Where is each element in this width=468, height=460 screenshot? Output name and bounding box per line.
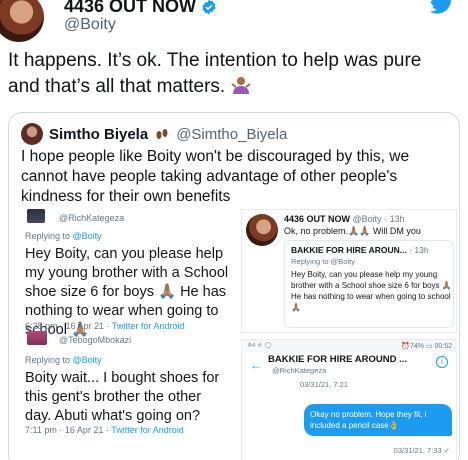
boity-reply-text: Ok, no problem.🙏🏽🙏🏽 Will DM you bbox=[284, 226, 421, 236]
dm-conversation: ᴬ⁴ᴵ ⁴ᴵ 🗨 ⏰74% ▭ 00:52 ← BAKKIE FOR HIRE … bbox=[241, 339, 458, 460]
embedded-screenshot-replies: @RichKategeza Replying to @Boity Hey Boi… bbox=[19, 205, 233, 460]
quoted-author-avatar bbox=[21, 123, 43, 145]
author-display-name[interactable]: 4436 OUT NOW bbox=[64, 0, 217, 17]
phone-status-bar: ᴬ⁴ᴵ ⁴ᴵ 🗨 ⏰74% ▭ 00:52 bbox=[242, 340, 458, 352]
reply1-handle: @RichKategeza bbox=[59, 213, 125, 223]
verified-badge-icon bbox=[202, 0, 216, 14]
reply2-avatar bbox=[27, 331, 47, 345]
dm-message-bubble: Okay no problem. Hope they fit, i includ… bbox=[304, 404, 452, 436]
dm-contact-name: BAKKIE FOR HIRE AROUND ... bbox=[268, 354, 407, 365]
quoted-request-body: Hey Boity, can you please help my young … bbox=[291, 270, 452, 312]
quoted-request-name: BAKKIE FOR HIRE AROUN... bbox=[291, 245, 407, 255]
reply2-handle: @TebogoMbokazi bbox=[59, 335, 132, 345]
reply1-avatar bbox=[27, 209, 45, 223]
boity-reply-card: 4436 OUT NOW @Boity · 13h Ok, no problem… bbox=[241, 209, 457, 333]
back-arrow-icon: ← bbox=[250, 358, 262, 372]
boity-reply-name: 4436 OUT NOW @Boity · 13h bbox=[284, 214, 405, 224]
reply1-replying-prefix: Replying to bbox=[25, 231, 73, 241]
signal-status: ᴬ⁴ᴵ ⁴ᴵ 🗨 bbox=[248, 343, 273, 350]
dm-timestamp-1: 03/31/21, 7:21 bbox=[300, 380, 348, 389]
author-name-text[interactable]: 4436 OUT NOW bbox=[64, 0, 196, 17]
person-shrugging-emoji bbox=[230, 77, 251, 94]
quoted-request-card: BAKKIE FOR HIRE AROUN... · 13h Replying … bbox=[284, 240, 454, 328]
quoted-author-handle: @Simtho_Biyela bbox=[176, 125, 288, 143]
boity-avatar bbox=[246, 214, 278, 246]
reply1-client: Twitter for Android bbox=[111, 321, 185, 331]
tweet-text: It happens. It’s ok. The intention to he… bbox=[8, 48, 458, 100]
quoted-tweet[interactable]: Simtho Biyela @Simtho_Biyela I hope peop… bbox=[8, 112, 460, 460]
reply2-replying-to: Replying to @Boity bbox=[25, 355, 102, 365]
reply1-time: 6:28 pm · 16 Apr 21 · bbox=[25, 321, 112, 331]
boity-reply-meta: @Boity · 13h bbox=[350, 214, 405, 224]
author-avatar[interactable] bbox=[0, 0, 44, 42]
embedded-screenshot-dm: 4436 OUT NOW @Boity · 13h Ok, no problem… bbox=[237, 205, 459, 460]
battery-time-status: ⏰74% ▭ 00:52 bbox=[401, 343, 452, 350]
reply2-replying-handle: @Boity bbox=[72, 355, 102, 365]
reply1-meta: 6:28 pm · 16 Apr 21 · Twitter for Androi… bbox=[25, 321, 184, 331]
quoted-author-name: Simtho Biyela bbox=[49, 125, 149, 143]
info-icon: i bbox=[436, 356, 448, 368]
quoted-tweet-header: Simtho Biyela @Simtho_Biyela bbox=[21, 123, 287, 145]
reply2-time: 7:11 pm · 16 Apr 21 · bbox=[25, 425, 112, 435]
reply2-replying-prefix: Replying to bbox=[25, 355, 73, 365]
reply2-body: Boity wait... I bought shoes for this ge… bbox=[25, 370, 220, 424]
tweet-card: 4436 OUT NOW @Boity It happens. It’s ok.… bbox=[0, 0, 468, 460]
footprints-emoji bbox=[156, 129, 168, 139]
dm-contact-handle: @RichKategeza bbox=[272, 366, 327, 375]
dm-timestamp-2: 03/31/21, 7:33 ✓ bbox=[393, 446, 450, 455]
quoted-request-header: BAKKIE FOR HIRE AROUN... · 13h bbox=[291, 245, 429, 255]
tweet-text-content: It happens. It’s ok. The intention to he… bbox=[8, 50, 422, 97]
reply1-replying-handle: @Boity bbox=[72, 231, 102, 241]
reply2-client: Twitter for Android bbox=[111, 425, 184, 435]
reply1-replying-to: Replying to @Boity bbox=[25, 231, 102, 241]
quoted-tweet-text: I hope people like Boity won't be discou… bbox=[21, 148, 410, 205]
quoted-request-meta: · 13h bbox=[406, 245, 429, 255]
reply2-meta: 7:11 pm · 16 Apr 21 · Twitter for Androi… bbox=[25, 425, 184, 435]
quoted-request-replying: Replying to @Boity bbox=[291, 257, 355, 266]
twitter-bird-icon[interactable] bbox=[430, 0, 454, 14]
author-handle[interactable]: @Boity bbox=[64, 16, 116, 34]
boity-reply-name-text: 4436 OUT NOW bbox=[284, 214, 351, 224]
